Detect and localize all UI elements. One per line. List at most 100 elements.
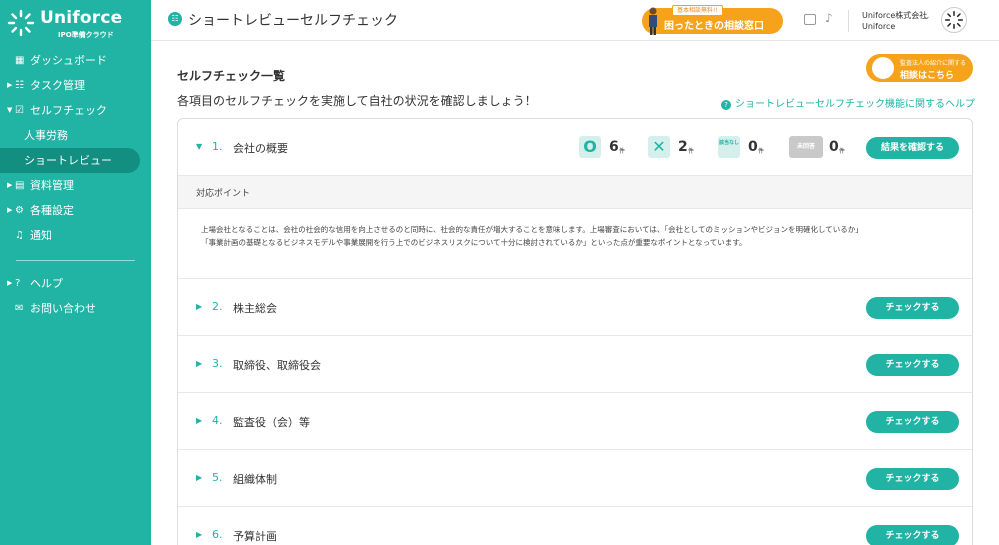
unanswered-count: 0 — [829, 139, 839, 155]
check-button[interactable]: チェックする — [866, 354, 959, 376]
ng-count: 2 — [678, 139, 688, 155]
avatar[interactable] — [941, 7, 967, 33]
header-divider — [848, 10, 849, 32]
item-number: 6. — [212, 528, 223, 541]
sidebar-item-selfcheck[interactable]: ▼ ☑ セルフチェック — [0, 98, 151, 123]
item-name: 取締役、取締役会 — [233, 359, 321, 372]
caret-right-icon: ▶ — [7, 279, 13, 287]
caret-right-icon: ▶ — [7, 181, 13, 189]
document-icon: ▤ — [15, 180, 25, 191]
page-title-icon: ☷ — [168, 12, 182, 26]
item-number: 5. — [212, 471, 223, 484]
ok-unit: 件 — [619, 148, 626, 155]
caret-right-icon[interactable]: ▶ — [196, 530, 202, 539]
logo-mark-icon — [7, 9, 35, 37]
sidebar-item-notifications[interactable]: ♫ 通知 — [0, 223, 151, 248]
notification-bell-icon[interactable]: ♪ — [825, 11, 833, 25]
sidebar-item-short-review[interactable]: ショートレビュー — [0, 148, 140, 173]
sidebar-item-label: 資料管理 — [30, 179, 74, 192]
caret-right-icon: ▶ — [7, 206, 13, 214]
sidebar-item-label: お問い合わせ — [30, 302, 96, 315]
check-button[interactable]: チェックする — [866, 525, 959, 545]
audit-consult-line2: 相談はこちら — [900, 71, 955, 81]
caret-right-icon[interactable]: ▶ — [196, 302, 202, 311]
person-icon — [649, 7, 657, 35]
consult-label: 困ったときの相談窓口 — [664, 21, 764, 32]
selfcheck-list: ▼ 1. 会社の概要 O 6 件 ✕ 2 件 該当なし 0 件 未回答 0 件 — [177, 118, 973, 545]
audit-consult-line1: 監査法人の紹介に関する — [900, 60, 967, 67]
sidebar-item-label: セルフチェック — [30, 104, 107, 117]
list-item[interactable]: ▶ 2. 株主総会 チェックする — [178, 279, 972, 336]
section-title: セルフチェック一覧 — [177, 69, 286, 83]
cross-icon: ✕ — [648, 136, 670, 158]
circle-icon: O — [579, 136, 601, 158]
advisor-avatar — [872, 57, 894, 79]
sidebar-item-contact[interactable]: ✉ お問い合わせ — [0, 296, 151, 321]
brand-name: Uniforce — [40, 8, 123, 28]
sidebar-item-label: 人事労務 — [24, 129, 68, 142]
page-title: ショートレビューセルフチェック — [188, 13, 398, 29]
item-number: 3. — [212, 357, 223, 370]
sidebar-item-label: タスク管理 — [30, 79, 85, 92]
consult-window-button[interactable]: 基本相談無料!! 困ったときの相談窓口 — [642, 5, 783, 35]
view-result-button[interactable]: 結果を確認する — [866, 137, 959, 159]
sidebar-item-label: ヘルプ — [30, 277, 63, 290]
gear-icon: ⚙ — [15, 205, 24, 216]
caret-right-icon[interactable]: ▶ — [196, 416, 202, 425]
consult-badge: 基本相談無料!! — [672, 5, 723, 16]
brand-subtitle: IPO準備クラウド — [58, 31, 114, 39]
points-text: 上場会社となることは、会社の社会的な信用を向上させるのと同時に、社会的な責任が増… — [201, 225, 859, 247]
sidebar-item-settings[interactable]: ▶ ⚙ 各種設定 — [0, 198, 151, 223]
help-link-label: ショートレビューセルフチェック機能に関するヘルプ — [735, 99, 975, 110]
list-item[interactable]: ▼ 1. 会社の概要 O 6 件 ✕ 2 件 該当なし 0 件 未回答 0 件 — [178, 119, 972, 176]
sidebar-item-tasks[interactable]: ▶ ☷ タスク管理 — [0, 73, 151, 98]
help-icon: ? — [15, 278, 21, 289]
audit-firm-consult-button[interactable]: 監査法人の紹介に関する 相談はこちら — [866, 54, 973, 82]
sidebar-item-dashboard[interactable]: ▦ ダッシュボード — [0, 48, 151, 73]
item-number: 1. — [212, 140, 223, 153]
company-name: Uniforce株式会社 — [862, 11, 928, 20]
unanswered-label: 未回答 — [789, 136, 823, 158]
section-description: 各項目のセルフチェックを実施して自社の状況を確認しましょう！ — [177, 94, 537, 108]
caret-right-icon[interactable]: ▶ — [196, 473, 202, 482]
item-name: 組織体制 — [233, 473, 277, 486]
caret-down-icon: ▼ — [7, 106, 13, 114]
sidebar-item-label: ショートレビュー — [24, 154, 112, 167]
na-count: 0 — [748, 139, 758, 155]
na-label: 該当なし — [718, 136, 740, 158]
user-name: Uniforce — [862, 22, 896, 31]
chat-icon[interactable] — [804, 14, 816, 25]
check-button[interactable]: チェックする — [866, 411, 959, 433]
caret-down-icon[interactable]: ▼ — [196, 142, 202, 151]
sidebar-item-hr[interactable]: 人事労務 — [0, 123, 151, 148]
list-item[interactable]: ▶ 6. 予算計画 チェックする — [178, 507, 972, 545]
top-header: ☷ ショートレビューセルフチェック 基本相談無料!! 困ったときの相談窓口 ♪ … — [151, 0, 999, 41]
ng-unit: 件 — [688, 148, 695, 155]
list-item[interactable]: ▶ 3. 取締役、取締役会 チェックする — [178, 336, 972, 393]
points-body: 上場会社となることは、会社の社会的な信用を向上させるのと同時に、社会的な責任が増… — [178, 209, 972, 279]
bell-icon: ♫ — [15, 230, 24, 241]
item-number: 4. — [212, 414, 223, 427]
list-item[interactable]: ▶ 4. 監査役（会）等 チェックする — [178, 393, 972, 450]
caret-right-icon[interactable]: ▶ — [196, 359, 202, 368]
item-name: 予算計画 — [233, 530, 277, 543]
item-name: 株主総会 — [233, 302, 277, 315]
check-button[interactable]: チェックする — [866, 468, 959, 490]
help-link[interactable]: ? ショートレビューセルフチェック機能に関するヘルプ — [721, 95, 975, 110]
chevron-down-icon[interactable]: ⌄ — [923, 12, 931, 22]
grid-icon: ▦ — [15, 55, 25, 66]
unanswered-unit: 件 — [839, 148, 846, 155]
item-number: 2. — [212, 300, 223, 313]
brand-logo[interactable]: Uniforce IPO準備クラウド — [6, 8, 146, 40]
checklist-icon: ☑ — [15, 105, 24, 116]
sidebar-item-documents[interactable]: ▶ ▤ 資料管理 — [0, 173, 151, 198]
main-content: セルフチェック一覧 各項目のセルフチェックを実施して自社の状況を確認しましょう！… — [151, 41, 999, 545]
sidebar: Uniforce IPO準備クラウド ▦ ダッシュボード ▶ ☷ タスク管理 ▼… — [0, 0, 151, 545]
task-icon: ☷ — [15, 80, 24, 91]
na-unit: 件 — [758, 148, 765, 155]
check-button[interactable]: チェックする — [866, 297, 959, 319]
sidebar-nav: ▦ ダッシュボード ▶ ☷ タスク管理 ▼ ☑ セルフチェック 人事労務 ショー… — [0, 48, 151, 321]
sidebar-item-help[interactable]: ▶ ? ヘルプ — [0, 271, 151, 296]
item-name: 監査役（会）等 — [233, 416, 310, 429]
list-item[interactable]: ▶ 5. 組織体制 チェックする — [178, 450, 972, 507]
